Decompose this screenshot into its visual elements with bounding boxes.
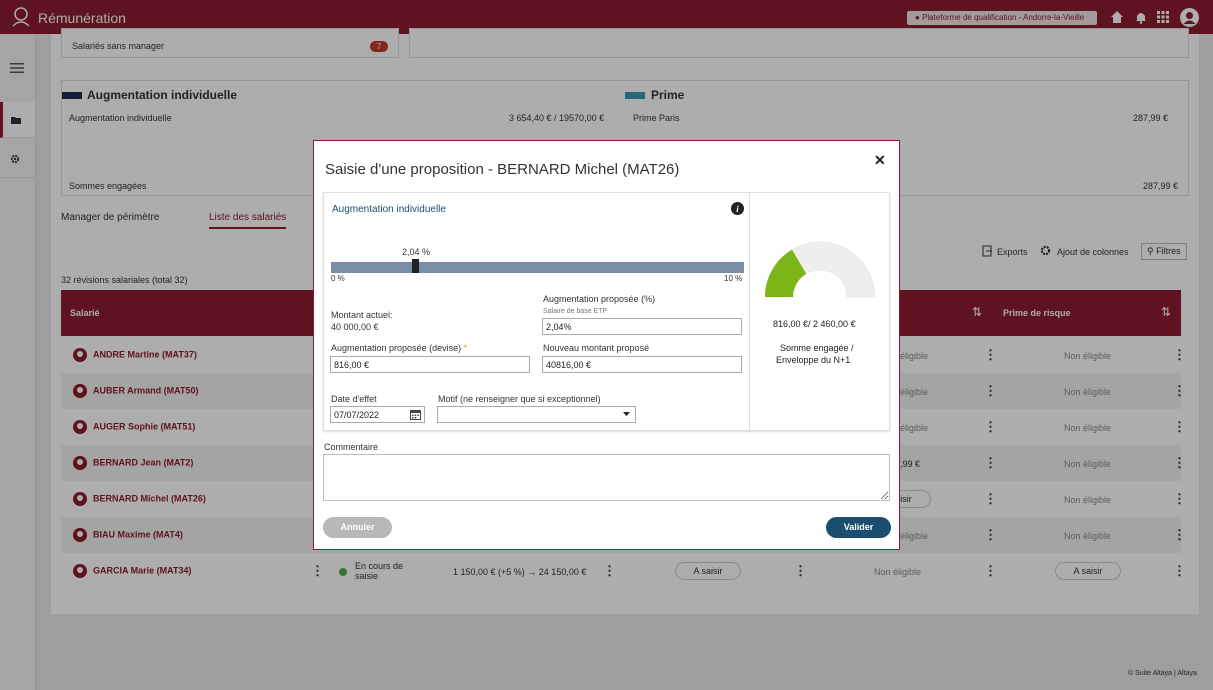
new-amount-input[interactable] [542,356,742,373]
slider-max-label: 10 % [724,274,743,283]
raise-slider[interactable] [331,259,744,273]
panel-divider [749,193,750,430]
dialog-title: Saisie d'une proposition - BERNARD Miche… [325,161,680,178]
pct-label: Augmentation proposée (%) [543,294,656,304]
current-amount-label: Montant actuel: [331,310,393,320]
currency-input[interactable] [330,356,530,373]
info-icon[interactable]: i [731,202,744,215]
validate-button[interactable]: Valider [826,517,891,538]
new-amount-label: Nouveau montant proposé [543,343,650,353]
slider-min-label: 0 % [331,274,345,283]
chevron-down-icon [623,412,630,416]
close-icon[interactable]: ✕ [874,152,886,169]
currency-label-text: Augmentation proposée (devise) [331,343,462,353]
gauge-caption-2: Enveloppe du N+1 [776,355,851,365]
gauge-amount: 816,00 €/ 2 460,00 € [773,319,856,329]
currency-label: Augmentation proposée (devise) * [331,343,467,353]
comment-textarea[interactable] [323,454,890,501]
gauge-caption-1: Somme engagée / [780,343,854,353]
slider-thumb[interactable] [412,259,420,273]
calendar-icon[interactable] [410,409,421,420]
base-salary-label: Salaire de base ETP [543,308,608,315]
cancel-button[interactable]: Annuler [323,517,392,538]
slider-value-label: 2,04 % [402,247,431,257]
pct-input[interactable] [542,318,742,335]
budget-gauge [765,241,875,298]
motif-select[interactable] [437,406,636,423]
required-mark: * [463,343,468,353]
proposal-dialog: Saisie d'une proposition - BERNARD Miche… [313,140,900,550]
comment-label: Commentaire [324,442,379,452]
raise-panel: Augmentation individuelle i 2,04 % 0 % 1… [323,192,890,431]
motif-label: Motif (ne renseigner que si exceptionnel… [438,394,601,404]
section-title: Augmentation individuelle [332,204,446,215]
date-label: Date d'effet [331,394,377,404]
current-amount-value: 40 000,00 € [331,322,379,332]
